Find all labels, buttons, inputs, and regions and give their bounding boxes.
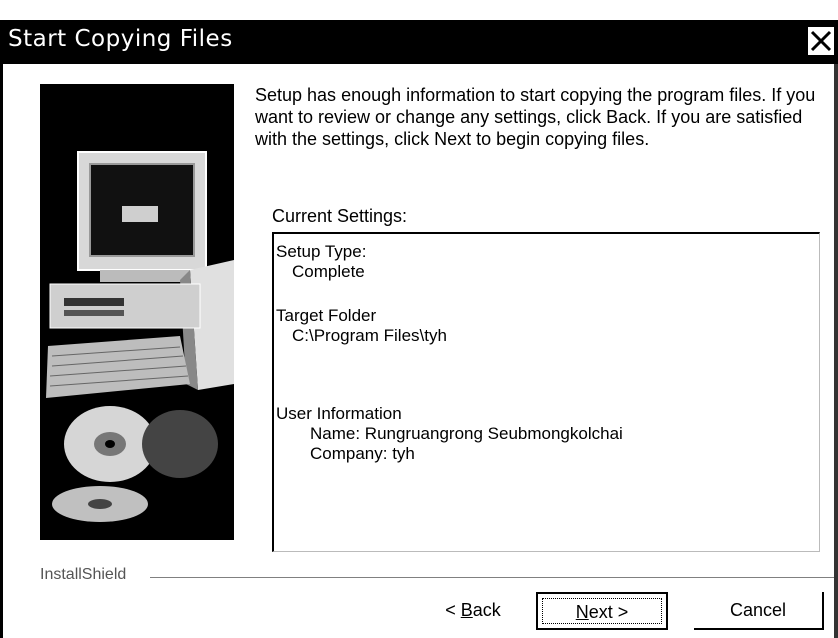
user-name-line: Name: Rungruangrong Seubmongkolchai: [310, 424, 623, 443]
setup-type-label: Setup Type:: [276, 242, 367, 261]
setup-type-value: Complete: [292, 262, 365, 281]
setup-artwork-image: [40, 84, 234, 540]
back-button[interactable]: < Back: [412, 592, 534, 630]
next-button-accel: N: [575, 602, 589, 622]
back-button-prefix: <: [445, 600, 461, 620]
branding-divider: [150, 577, 834, 579]
next-button-rest: ext >: [588, 602, 629, 622]
window-title: Start Copying Files: [8, 26, 233, 52]
cancel-button[interactable]: Cancel: [694, 592, 824, 630]
setup-dialog: Start Copying Files Setup has enough inf…: [0, 0, 838, 638]
next-button-focus-ring: Next >: [542, 598, 662, 624]
back-button-rest: ack: [472, 600, 501, 620]
installshield-label: InstallShield: [40, 566, 127, 583]
next-button[interactable]: Next >: [536, 592, 668, 630]
window-right-border: [834, 64, 838, 638]
title-bar: Start Copying Files: [0, 20, 838, 64]
close-button[interactable]: [807, 26, 835, 56]
close-x-icon: [808, 27, 834, 55]
target-folder-label: Target Folder: [276, 306, 377, 325]
user-info-label: User Information: [276, 404, 402, 423]
target-folder-value: C:\Program Files\tyh: [292, 326, 447, 345]
user-company-line: Company: tyh: [310, 444, 415, 463]
current-settings-label: Current Settings:: [272, 206, 408, 226]
window-left-border: [0, 64, 3, 638]
intro-text: Setup has enough information to start co…: [255, 85, 816, 149]
current-settings-textbox[interactable]: Setup Type: Complete Target Folder C:\Pr…: [272, 232, 820, 552]
back-button-accel: B: [460, 600, 473, 620]
